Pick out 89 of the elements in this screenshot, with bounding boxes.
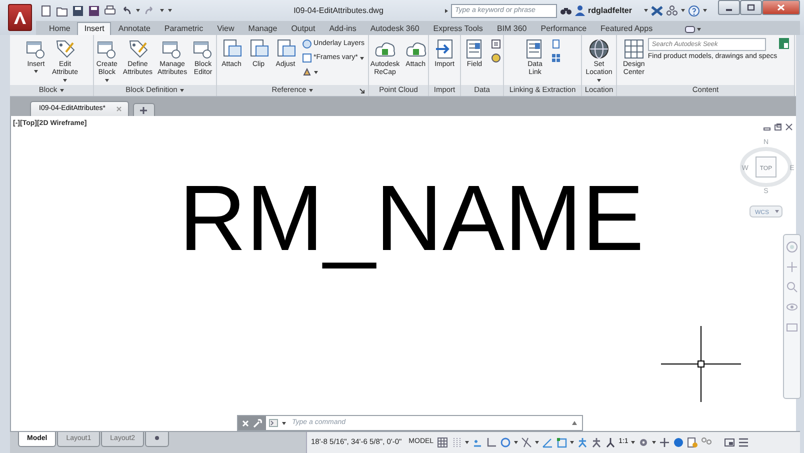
- window-icon: [684, 26, 695, 33]
- caret-icon[interactable]: [644, 9, 648, 12]
- ribbon-small-button[interactable]: [488, 38, 502, 50]
- form-icon: [490, 39, 500, 49]
- close-icon: [116, 106, 122, 112]
- ribbon-tab[interactable]: Autodesk 360: [363, 22, 426, 35]
- caret-icon[interactable]: [681, 9, 685, 12]
- tag-icon: [54, 38, 76, 60]
- close-icon: [777, 4, 785, 11]
- document-icon[interactable]: [687, 437, 698, 448]
- grid-icon: [622, 38, 645, 60]
- maximize-icon: [747, 4, 755, 11]
- ribbon-tab[interactable]: Add-ins: [322, 22, 364, 35]
- ribbon-tab[interactable]: Featured Apps: [594, 22, 660, 35]
- book-icon[interactable]: [778, 37, 790, 50]
- document-icon[interactable]: [40, 4, 52, 16]
- restore-icon[interactable]: [774, 123, 782, 131]
- ribbon-tab[interactable]: Parametric: [157, 22, 210, 35]
- corner-icon[interactable]: [486, 437, 497, 448]
- prompt-icon[interactable]: [269, 419, 278, 427]
- ribbon-tab[interactable]: Home: [42, 22, 78, 35]
- circle-icon[interactable]: [673, 437, 684, 448]
- caret-icon: [360, 56, 364, 60]
- caret-icon: [34, 70, 38, 74]
- letter-a-logo-icon: [13, 10, 27, 24]
- ribbon-tab[interactable]: Annotate: [111, 22, 158, 35]
- printer-icon[interactable]: [104, 4, 116, 16]
- figure-icon[interactable]: [590, 437, 602, 448]
- caret-icon[interactable]: [464, 441, 469, 444]
- menu-icon[interactable]: [738, 437, 750, 448]
- ribbon-tab[interactable]: Manage: [241, 22, 284, 35]
- dotted-grid-icon[interactable]: [450, 437, 462, 448]
- save-icon[interactable]: [72, 4, 84, 16]
- ribbon-tab[interactable]: Output: [284, 22, 322, 35]
- window-title: I09-04-EditAttributes.dwg: [292, 6, 384, 16]
- minimize-button[interactable]: [718, 0, 740, 15]
- binoculars-icon[interactable]: [560, 6, 572, 16]
- globe-icon: [588, 38, 610, 60]
- cross-icon[interactable]: [651, 6, 663, 16]
- application-menu-button[interactable]: [8, 4, 32, 31]
- ribbon-tab[interactable]: Performance: [534, 22, 594, 35]
- user-icon[interactable]: [574, 5, 585, 16]
- ribbon-tab[interactable]: View: [210, 22, 242, 35]
- figure-icon[interactable]: [604, 437, 616, 448]
- ribbon-small-button[interactable]: [488, 52, 502, 64]
- new-tab-button[interactable]: [132, 103, 155, 116]
- history-up-icon[interactable]: [571, 420, 578, 426]
- caret-icon: [696, 28, 701, 31]
- folder-icon[interactable]: [56, 4, 68, 16]
- people-icon[interactable]: [666, 5, 678, 16]
- document-arrow-icon: [434, 38, 456, 60]
- caret-icon[interactable]: [534, 441, 539, 444]
- caret-icon: [62, 78, 67, 82]
- ribbon-tab[interactable]: Express Tools: [426, 22, 490, 35]
- ribbon-small-button[interactable]: [549, 52, 563, 64]
- caret-icon: [314, 70, 318, 74]
- table-icon: [551, 53, 561, 63]
- launcher-icon[interactable]: [359, 88, 365, 94]
- new-layout-button[interactable]: [145, 432, 170, 447]
- caret-icon[interactable]: [703, 9, 707, 12]
- close-icon[interactable]: [785, 123, 793, 131]
- caret-icon: [597, 78, 601, 82]
- document-icon: [551, 39, 561, 49]
- ribbon-tab[interactable]: BIM 360: [490, 22, 534, 35]
- caret-icon[interactable]: [514, 441, 518, 444]
- wrench-icon[interactable]: [253, 418, 262, 428]
- caret-icon: [60, 89, 64, 92]
- caret-icon[interactable]: [136, 9, 140, 12]
- ribbon-tab[interactable]: Insert: [77, 22, 112, 35]
- expand-icon[interactable]: [444, 8, 448, 12]
- disc-icon: [490, 53, 500, 63]
- user-name[interactable]: rdgladfelter: [588, 6, 632, 16]
- help-icon[interactable]: [688, 4, 700, 16]
- crossed-lines-icon[interactable]: [520, 437, 532, 448]
- maximize-button[interactable]: [740, 0, 762, 15]
- tag-icon: [126, 38, 149, 60]
- grid-icon[interactable]: [436, 437, 448, 448]
- save-as-icon[interactable]: [88, 4, 100, 16]
- caret-icon[interactable]: [652, 441, 656, 444]
- frame-icon: [302, 53, 312, 63]
- close-button[interactable]: [762, 0, 800, 15]
- caret-icon: [309, 89, 314, 92]
- window-icon[interactable]: [724, 437, 736, 448]
- caret-icon: [104, 78, 109, 82]
- caret-icon[interactable]: [631, 441, 636, 444]
- caret-icon[interactable]: [570, 441, 574, 444]
- gear-icon[interactable]: [638, 437, 650, 448]
- caret-icon[interactable]: [282, 422, 286, 424]
- caret-icon: [180, 89, 184, 92]
